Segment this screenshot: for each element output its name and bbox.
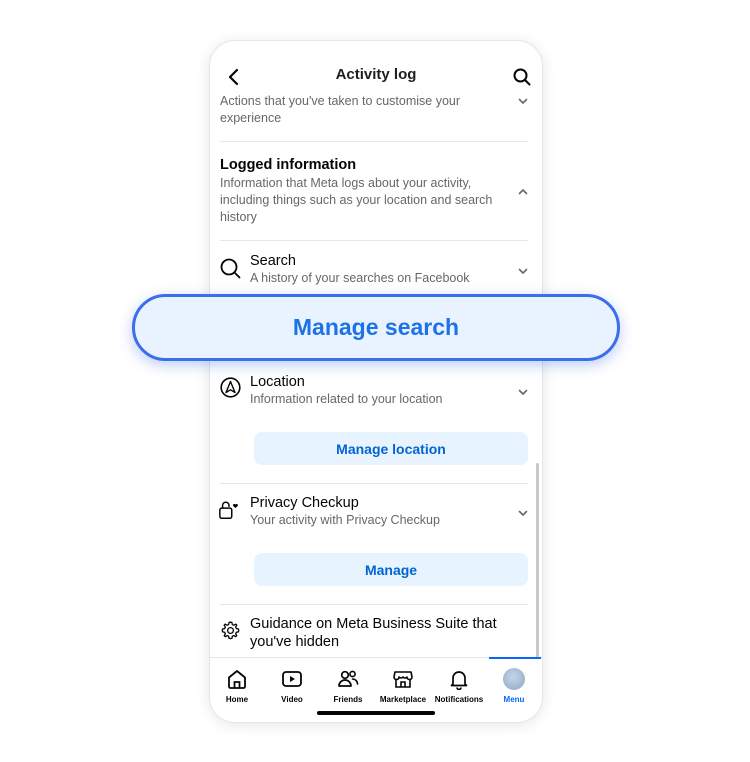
privacy-title: Privacy Checkup (250, 495, 359, 511)
manage-privacy-button[interactable]: Manage (254, 553, 528, 586)
logged-info-description: Information that Meta logs about your ac… (220, 176, 493, 224)
divider (220, 141, 528, 142)
tab-label: Menu (503, 695, 525, 704)
home-icon (228, 670, 246, 689)
bell-icon (450, 671, 468, 690)
tab-friends[interactable]: Friends (320, 658, 376, 708)
tab-marketplace[interactable]: Marketplace (375, 658, 431, 708)
divider (220, 483, 528, 484)
location-title: Location (250, 374, 305, 390)
activity-list: Actions that you've taken to customise y… (210, 93, 542, 657)
divider (220, 604, 528, 605)
tab-home[interactable]: Home (210, 658, 265, 708)
navigation-arrow-icon (219, 376, 241, 398)
tab-label: Home (225, 695, 249, 704)
manage-search-label: Manage search (292, 314, 460, 340)
divider (220, 240, 528, 241)
lock-heart-icon (219, 501, 238, 519)
search-expand[interactable] (517, 265, 529, 277)
search-title: Search (250, 253, 296, 269)
tab-label: Video (281, 695, 303, 704)
search-description: A history of your searches on Facebook (250, 271, 470, 285)
tab-menu[interactable]: Menu (486, 658, 542, 708)
tab-notifications[interactable]: Notifications (431, 658, 487, 708)
customise-description: Actions that you've taken to customise y… (220, 94, 461, 125)
guidance-row-icon (219, 619, 241, 641)
location-expand[interactable] (517, 386, 529, 398)
guidance-title: Guidance on Meta Business Suite that you… (250, 616, 497, 650)
chevron-down-icon (518, 510, 528, 516)
video-icon (282, 671, 302, 687)
logged-info-collapse[interactable] (517, 185, 529, 197)
location-description: Information related to your location (250, 392, 443, 406)
chevron-down-icon (518, 389, 528, 395)
chevron-down-icon (518, 268, 528, 274)
privacy-expand[interactable] (517, 507, 529, 519)
search-row-icon (219, 257, 241, 279)
tab-video[interactable]: Video (264, 658, 320, 708)
logged-info-title: Logged information (220, 157, 357, 173)
tab-label: Notifications (434, 695, 484, 704)
search-button[interactable] (508, 63, 536, 91)
manage-location-button[interactable]: Manage location (254, 432, 528, 465)
tab-label: Friends (333, 695, 363, 704)
search-icon (513, 68, 531, 86)
scrollbar[interactable] (536, 463, 539, 657)
phone-frame: Activity log Actions that you've taken t… (209, 40, 543, 723)
chevron-down-icon (518, 98, 528, 104)
page-title: Activity log (335, 66, 417, 83)
location-row-icon (219, 376, 241, 398)
marketplace-icon (393, 671, 413, 688)
tab-label: Marketplace (379, 695, 427, 704)
manage-search-button[interactable]: Manage search (132, 294, 620, 361)
customise-expand[interactable] (517, 95, 529, 107)
search-icon (220, 258, 240, 278)
home-indicator (317, 711, 435, 715)
gear-icon (221, 621, 239, 639)
avatar (503, 668, 525, 690)
chevron-up-icon (518, 188, 528, 194)
privacy-row-icon (218, 499, 240, 521)
friends-icon (338, 670, 359, 687)
privacy-description: Your activity with Privacy Checkup (250, 513, 440, 527)
